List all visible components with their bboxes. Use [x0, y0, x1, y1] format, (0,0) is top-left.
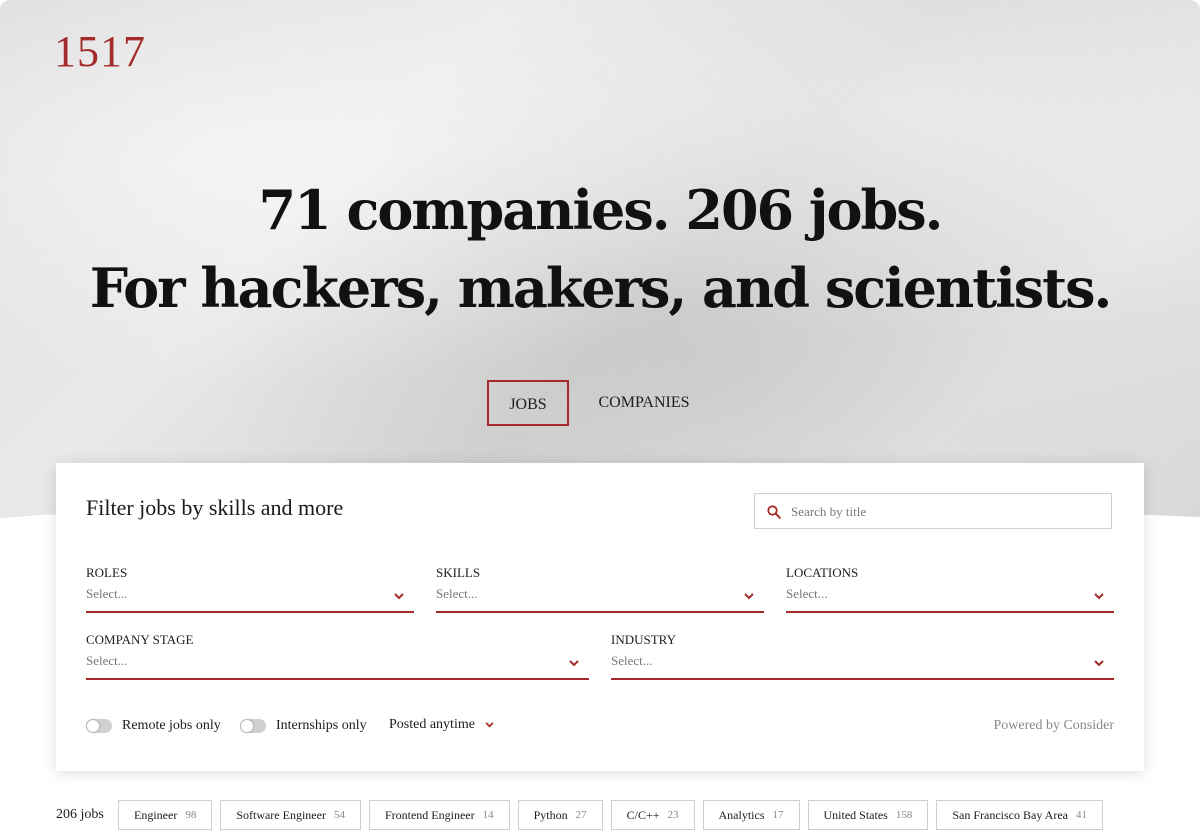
posted-dropdown[interactable]: Posted anytime — [389, 717, 494, 733]
internships-toggle[interactable]: Internships only — [240, 717, 367, 735]
chevron-down-icon — [394, 593, 404, 600]
company-stage-placeholder: Select... — [86, 653, 128, 668]
industry-label: INDUSTRY — [611, 632, 677, 647]
chip-count: 27 — [575, 809, 587, 821]
internships-switch[interactable] — [240, 719, 266, 733]
headline-line-1: 71 companies. 206 jobs. — [258, 178, 944, 242]
chip-c-cpp[interactable]: C/C++ 23 — [610, 800, 695, 830]
chip-label: Python — [533, 807, 568, 822]
chip-software-engineer[interactable]: Software Engineer 54 — [220, 800, 361, 830]
posted-label: Posted anytime — [389, 717, 475, 732]
headline-line-2: For hackers, makers, and scientists. — [89, 256, 1113, 320]
tab-companies[interactable]: COMPANIES — [590, 380, 698, 426]
chip-label: Software Engineer — [236, 807, 326, 822]
locations-label: LOCATIONS — [786, 565, 859, 580]
chip-count: 17 — [772, 809, 784, 821]
roles-label: ROLES — [86, 565, 128, 580]
chevron-down-icon — [485, 722, 494, 728]
remote-switch[interactable] — [86, 719, 112, 733]
chip-frontend-engineer[interactable]: Frontend Engineer 14 — [368, 800, 510, 830]
skills-label: SKILLS — [436, 565, 481, 580]
chip-count: 54 — [333, 809, 345, 821]
chip-count: 41 — [1075, 809, 1087, 821]
industry-select[interactable]: Select... — [611, 652, 1114, 680]
chip-united-states[interactable]: United States 158 — [807, 800, 929, 830]
chip-label: San Francisco Bay Area — [952, 807, 1068, 822]
chip-label: Engineer — [134, 807, 178, 822]
locations-select[interactable]: Select... — [786, 585, 1114, 613]
search-input[interactable] — [789, 494, 1103, 530]
chip-count: 98 — [185, 809, 197, 821]
chip-label: Frontend Engineer — [384, 807, 475, 822]
chevron-down-icon — [1094, 593, 1104, 600]
tab-jobs[interactable]: JOBS — [487, 380, 569, 426]
company-stage-select[interactable]: Select... — [86, 652, 589, 680]
search-box[interactable] — [754, 493, 1112, 530]
search-icon — [767, 505, 781, 519]
roles-select[interactable]: Select... — [86, 585, 414, 613]
remote-label: Remote jobs only — [122, 718, 221, 733]
chevron-down-icon — [569, 660, 579, 667]
chip-label: C/C++ — [626, 807, 660, 822]
roles-placeholder: Select... — [86, 586, 128, 601]
industry-placeholder: Select... — [611, 653, 653, 668]
chip-count: 158 — [895, 809, 913, 821]
chip-count: 14 — [482, 809, 494, 821]
filter-title: Filter jobs by skills and more — [86, 495, 344, 520]
logo[interactable]: 1517 — [54, 26, 146, 77]
chip-list: Engineer 98 Software Engineer 54 Frontend … — [118, 800, 1111, 830]
remote-toggle[interactable]: Remote jobs only — [86, 717, 221, 735]
toggle-knob — [241, 720, 253, 732]
powered-by[interactable]: Powered by Consider — [993, 718, 1114, 734]
filter-panel: Filter jobs by skills and more ROLES Sel… — [56, 463, 1144, 771]
skills-placeholder: Select... — [436, 586, 478, 601]
company-stage-label: COMPANY STAGE — [86, 632, 194, 647]
chip-analytics[interactable]: Analytics 17 — [702, 800, 800, 830]
chevron-down-icon — [1094, 660, 1104, 667]
skills-select[interactable]: Select... — [436, 585, 764, 613]
toggle-knob — [87, 720, 99, 732]
chip-count: 23 — [667, 809, 679, 821]
chip-san-francisco-bay-area[interactable]: San Francisco Bay Area 41 — [936, 800, 1103, 830]
locations-placeholder: Select... — [786, 586, 828, 601]
internships-label: Internships only — [276, 718, 367, 733]
chip-engineer[interactable]: Engineer 98 — [118, 800, 213, 830]
job-count: 206 jobs — [56, 807, 104, 822]
chip-label: Analytics — [718, 807, 765, 822]
chevron-down-icon — [744, 593, 754, 600]
chip-label: United States — [823, 807, 888, 822]
chip-python[interactable]: Python 27 — [517, 800, 603, 830]
